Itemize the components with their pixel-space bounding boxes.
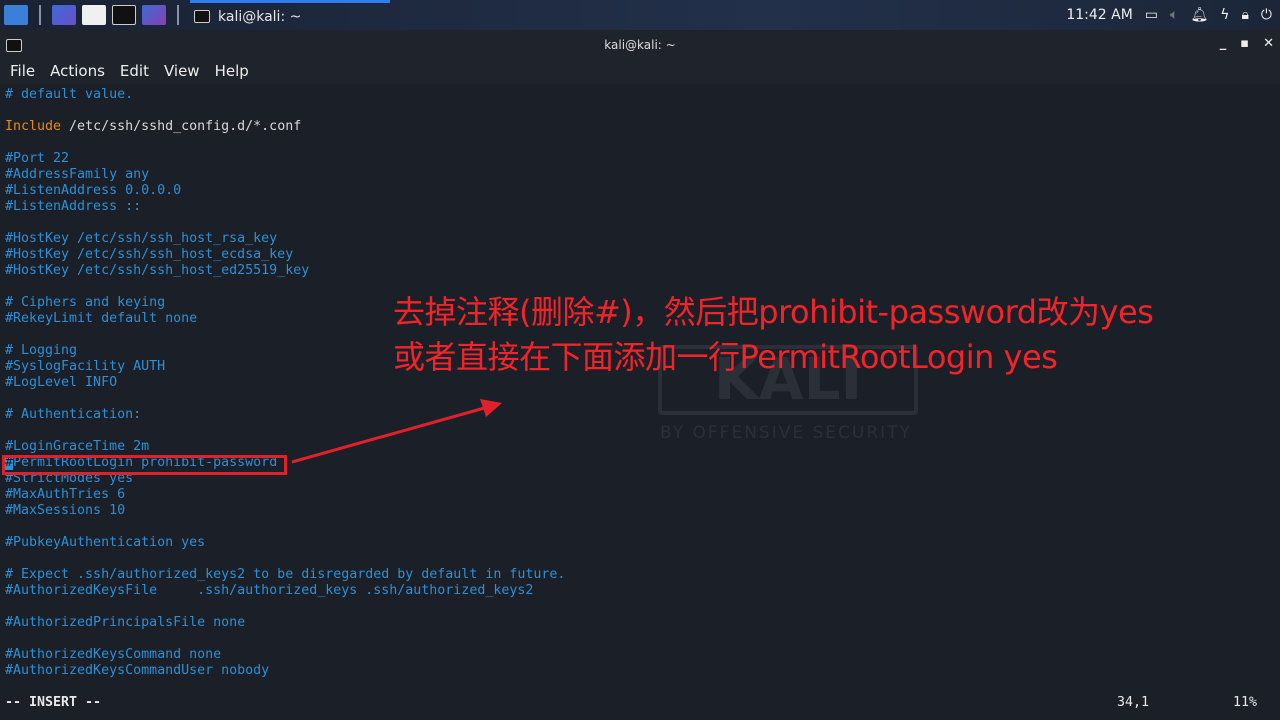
annotation-line-2: 或者直接在下面添加一行PermitRootLogin yes bbox=[393, 338, 1058, 376]
annotation-text: 去掉注释(删除#)，然后把prohibit-password改为yes 或者直接… bbox=[393, 290, 1154, 380]
annotation-line-1: 去掉注释(删除#)，然后把prohibit-password改为yes bbox=[393, 293, 1154, 331]
